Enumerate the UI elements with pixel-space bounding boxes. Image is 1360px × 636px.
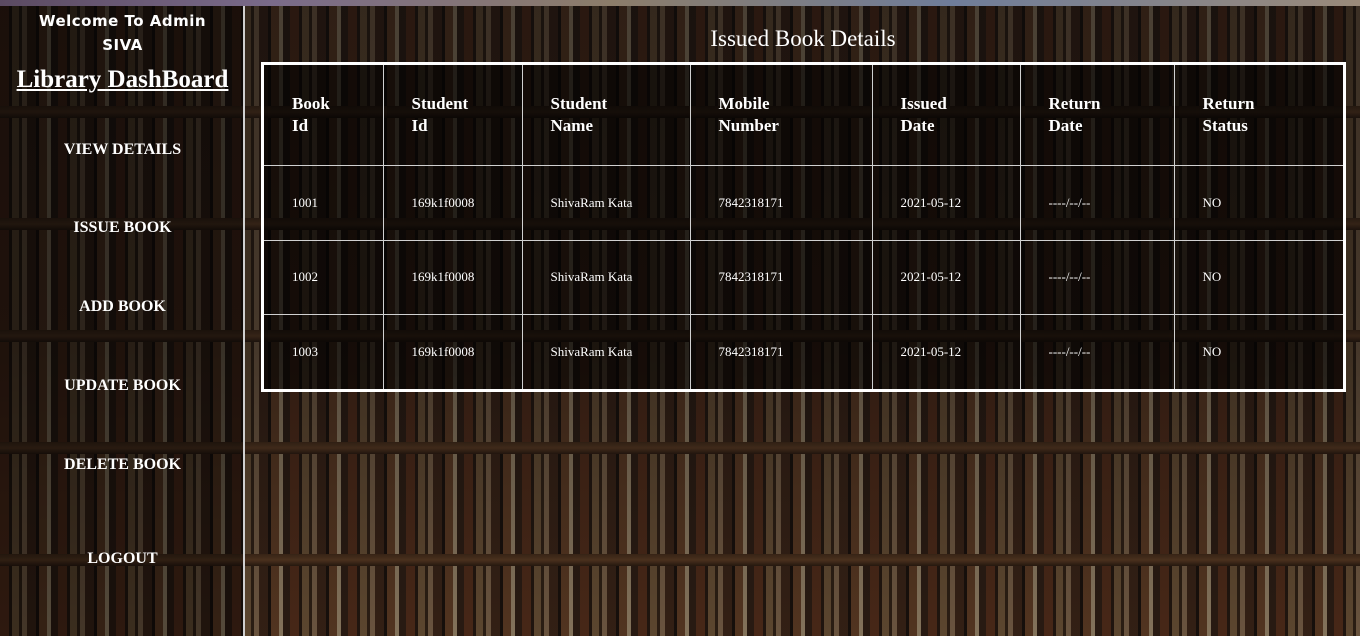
nav-update-book[interactable]: UPDATE BOOK (0, 377, 245, 395)
header-student-name: Student Name (521, 65, 691, 166)
nav-issue-book[interactable]: ISSUE BOOK (0, 219, 245, 237)
nav-add-book[interactable]: ADD BOOK (0, 298, 245, 316)
cell-student-id: 169k1f0008 (382, 314, 523, 389)
table-header-row: Book Id Student Id Student Name Mobile Numbe… (264, 65, 1343, 166)
table-row: 1001 169k1f0008 ShivaRam Kata 7842318171… (264, 165, 1343, 241)
cell-book-id: 1002 (264, 239, 384, 316)
issued-books-table: Book Id Student Id Student Name Mobile Numbe… (261, 62, 1346, 392)
cell-return-date: ----/--/-- (1019, 314, 1175, 389)
cell-mobile-number: 7842318171 (689, 314, 873, 389)
cell-student-name: ShivaRam Kata (521, 165, 691, 241)
cell-return-status: NO (1173, 239, 1343, 316)
nav-view-details[interactable]: VIEW DETAILS (0, 141, 245, 159)
cell-student-id: 169k1f0008 (382, 165, 523, 241)
cell-book-id: 1001 (264, 165, 384, 241)
table-row: 1002 169k1f0008 ShivaRam Kata 7842318171… (264, 239, 1343, 316)
cell-return-date: ----/--/-- (1019, 239, 1175, 316)
cell-return-date: ----/--/-- (1019, 165, 1175, 241)
nav-delete-book[interactable]: DELETE BOOK (0, 456, 245, 474)
table-row: 1003 169k1f0008 ShivaRam Kata 7842318171… (264, 314, 1343, 389)
welcome-message: Welcome To Admin SIVA (0, 9, 245, 57)
header-return-date: Return Date (1019, 65, 1175, 166)
cell-issued-date: 2021-05-12 (871, 165, 1021, 241)
page-title: Issued Book Details (710, 26, 896, 51)
cell-student-id: 169k1f0008 (382, 239, 523, 316)
nav-logout[interactable]: LOGOUT (0, 550, 245, 568)
header-student-id: Student Id (382, 65, 523, 166)
sidebar: Welcome To Admin SIVA Library DashBoard … (0, 6, 245, 636)
cell-student-name: ShivaRam Kata (521, 239, 691, 316)
header-return-status: Return Status (1173, 65, 1343, 166)
header-book-id: Book Id (264, 65, 384, 166)
cell-book-id: 1003 (264, 314, 384, 389)
header-issued-date: Issued Date (871, 65, 1021, 166)
cell-return-status: NO (1173, 165, 1343, 241)
cell-return-status: NO (1173, 314, 1343, 389)
header-mobile-number: Mobile Number (689, 65, 873, 166)
cell-mobile-number: 7842318171 (689, 239, 873, 316)
cell-issued-date: 2021-05-12 (871, 314, 1021, 389)
cell-student-name: ShivaRam Kata (521, 314, 691, 389)
cell-issued-date: 2021-05-12 (871, 239, 1021, 316)
welcome-line: Welcome To Admin (38, 12, 207, 30)
dashboard-title: Library DashBoard (16, 66, 229, 93)
cell-mobile-number: 7842318171 (689, 165, 873, 241)
admin-name: SIVA (102, 36, 143, 54)
